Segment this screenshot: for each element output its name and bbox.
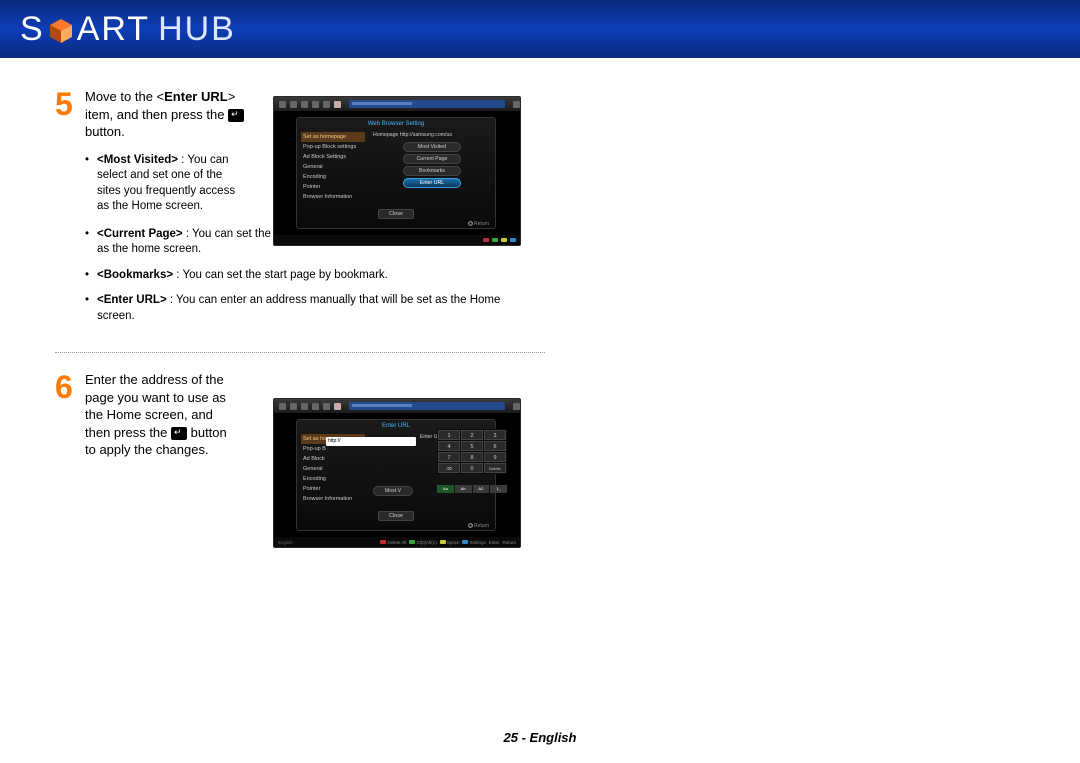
bookmark-icon <box>334 403 341 410</box>
divider <box>55 352 545 353</box>
shot1-menu-general: General <box>301 162 365 172</box>
kb-2: A2 <box>473 485 490 493</box>
key-5: 5 <box>461 441 483 451</box>
key-2: 2 <box>461 430 483 440</box>
header-bar: S ART HUB <box>0 0 1080 58</box>
shot1-settings-panel: Web Browser Setting Set as homepage Pop-… <box>296 117 496 229</box>
shot1-menu-browserinfo: Browser Information <box>301 192 365 202</box>
brand-prefix: S <box>20 10 45 49</box>
brand-cube-icon <box>47 15 75 43</box>
bookmark-icon <box>334 101 341 108</box>
zoom-icon <box>323 101 330 108</box>
step-6-text: Enter the address of the page you want t… <box>85 371 240 459</box>
kb-3: 1_ <box>490 485 507 493</box>
shot1-bottom-bar <box>274 235 520 245</box>
step-5-text: Move to the <Enter URL> item, and then p… <box>85 88 245 141</box>
address-bar <box>349 100 505 108</box>
return-icon <box>468 221 473 226</box>
shot1-right-pane: Homepage http://samsung.com/us Most Visi… <box>369 130 495 205</box>
shot1-toolbar <box>274 97 520 111</box>
home-icon <box>312 403 319 410</box>
shot1-left-menu: Set as homepage Pop-up Block settings Ad… <box>297 130 369 205</box>
zoom-icon <box>323 403 330 410</box>
key-8: 8 <box>461 452 483 462</box>
shot2-return-row: Return <box>297 521 495 531</box>
step-number-5: 5 <box>55 88 85 334</box>
key-delete: Delete <box>484 463 506 473</box>
key-1: 1 <box>438 430 460 440</box>
brand-hub: HUB <box>158 10 236 49</box>
shot1-menu-encoding: Encoding <box>301 172 365 182</box>
home-icon <box>312 101 319 108</box>
bar-lang: English <box>278 540 293 545</box>
shot1-menu-popup: Pop-up Block settings <box>301 142 365 152</box>
shot2-menu-2: Ad Block <box>301 454 365 464</box>
shot2-menu-4: Encoding <box>301 474 365 484</box>
forward-icon <box>290 101 297 108</box>
toolbox-icon <box>513 101 520 108</box>
return-icon <box>468 523 473 528</box>
kb-0: Aa <box>437 485 454 493</box>
key-9: 9 <box>484 452 506 462</box>
bullet-enter-url: <Enter URL> : You can enter an address m… <box>85 293 510 324</box>
shot1-opt-mostvisited: Most Visited <box>403 142 461 152</box>
brand-suffix: ART <box>77 10 150 49</box>
forward-icon <box>290 403 297 410</box>
kb-1: Ab <box>455 485 472 493</box>
shot1-menu-set-homepage: Set as homepage <box>301 132 365 142</box>
key-7: 7 <box>438 452 460 462</box>
shot1-menu-pointer: Pointer <box>301 182 365 192</box>
shot1-return-row: Return <box>297 219 495 229</box>
key-4: 4 <box>438 441 460 451</box>
shot2-menu-6: Browser Information <box>301 494 365 504</box>
address-bar <box>349 402 505 410</box>
key-6: 6 <box>484 441 506 451</box>
reload-icon <box>301 403 308 410</box>
key-3: 3 <box>484 430 506 440</box>
reload-icon <box>301 101 308 108</box>
screenshot-enter-url: Enter URL Set as ho Pop-up B Ad Block Ge… <box>273 398 521 548</box>
toolbox-icon <box>513 403 520 410</box>
shot2-menu-5: Pointer <box>301 484 365 494</box>
shot1-close-button: Close <box>378 209 414 219</box>
shot1-homepage-label: Homepage http://samsung.com/us <box>373 132 491 138</box>
enter-icon <box>171 427 187 440</box>
keypad-bottom-row: Aa Ab A2 1_ <box>437 485 507 493</box>
shot1-menu-adblock: Ad Block Settings <box>301 152 365 162</box>
shot1-panel-title: Web Browser Setting <box>297 118 495 130</box>
numeric-keypad: 1 2 3 4 5 6 7 8 9 ⌫ 0 Delete <box>437 429 507 474</box>
bullet-most-visited: <Most Visited> : You can select and set … <box>85 153 240 215</box>
back-icon <box>279 101 286 108</box>
shot1-opt-currentpage: Current Page <box>403 154 461 164</box>
enter-icon <box>228 109 244 122</box>
brand-title: S ART HUB <box>20 10 236 49</box>
bullet-bookmarks: <Bookmarks> : You can set the start page… <box>85 268 510 284</box>
shot2-toolbar <box>274 399 520 413</box>
page-footer: 25 - English <box>0 730 1080 745</box>
key-0: 0 <box>461 463 483 473</box>
shot1-opt-bookmarks: Bookmarks <box>403 166 461 176</box>
step-5-bullet-mostvisited-wrap: <Most Visited> : You can select and set … <box>85 153 240 215</box>
shot2-close-button: Close <box>378 511 414 521</box>
shot2-opt-0: Most V <box>373 486 413 496</box>
shot1-opt-enterurl: Enter URL <box>403 178 461 188</box>
shot2-bottom-bar: English Delete All Cl(0)All(1) Space Set… <box>274 537 520 547</box>
url-input-field: http:// <box>326 437 416 446</box>
key-back: ⌫ <box>438 463 460 473</box>
step-number-6: 6 <box>55 371 85 459</box>
shot2-menu-3: General <box>301 464 365 474</box>
back-icon <box>279 403 286 410</box>
screenshot-browser-setting: Web Browser Setting Set as homepage Pop-… <box>273 96 521 246</box>
